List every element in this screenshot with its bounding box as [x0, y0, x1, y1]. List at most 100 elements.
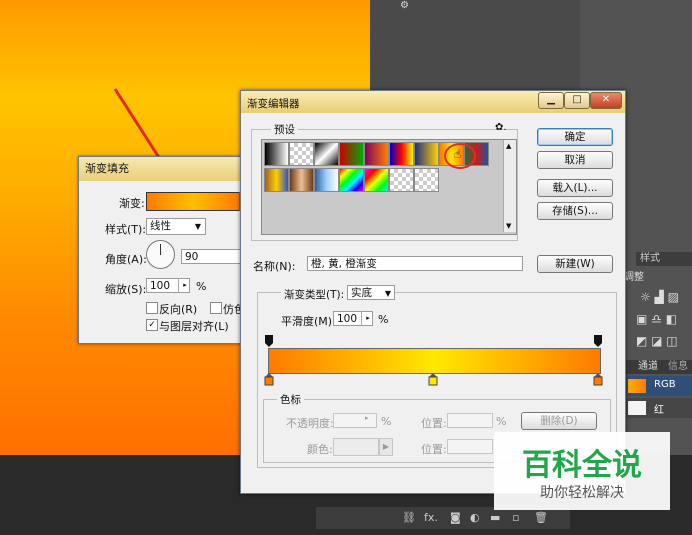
align-label: 与图层对齐(L)	[159, 320, 229, 333]
preset-swatch[interactable]	[364, 168, 389, 192]
smoothness-stepper[interactable]: ▸	[361, 311, 374, 326]
align-checkbox[interactable]: ✓	[146, 319, 158, 331]
scale-stepper[interactable]: ▸	[178, 278, 191, 293]
adjustment-icon[interactable]: ◐	[470, 507, 480, 529]
save-button[interactable]: 存储(S)...	[537, 202, 613, 220]
ok-button[interactable]: 确定	[537, 128, 613, 146]
hand-cursor-icon: ☝	[454, 147, 462, 161]
preset-swatch[interactable]	[264, 168, 289, 192]
panel-tabs: 通道 信息	[624, 360, 692, 374]
location-input[interactable]	[447, 413, 493, 428]
link-icon[interactable]: ⛓	[402, 507, 416, 529]
tool-icon[interactable]: ⚙︎	[400, 0, 422, 18]
scale-label: 缩放(S):	[105, 283, 147, 296]
chevron-down-icon: ▼	[194, 222, 201, 231]
angle-input[interactable]: 90	[181, 249, 241, 264]
preset-swatch[interactable]	[314, 168, 339, 192]
channel-rgb-label: RGB	[654, 379, 676, 390]
gradient-editor-title: 渐变编辑器	[247, 98, 300, 110]
gradient-swatch[interactable]	[146, 192, 240, 211]
color-stop-middle[interactable]	[428, 373, 438, 386]
color-swatch-input[interactable]	[333, 438, 379, 456]
new-layer-icon[interactable]: ▫	[512, 507, 519, 529]
new-button[interactable]: 新建(W)	[537, 255, 613, 273]
channel-rgb-row[interactable]: RGB	[624, 376, 692, 396]
preset-swatch[interactable]	[414, 142, 439, 166]
tab-channels[interactable]: 通道	[638, 360, 658, 374]
location-label: 位置:	[421, 417, 447, 430]
tab-info[interactable]: 信息	[668, 360, 688, 374]
color-stops-label: 色标	[277, 392, 304, 407]
adjust-icons-row3[interactable]: ◩ ◪ ◫	[636, 334, 690, 348]
chevron-down-icon: ▼	[384, 289, 391, 298]
preset-swatch[interactable]	[314, 142, 339, 166]
gear-icon[interactable]: ✿.	[495, 122, 507, 133]
tab-style[interactable]: 样式	[636, 252, 692, 266]
trash-icon[interactable]: 🗑	[534, 507, 548, 529]
style-select[interactable]: 线性 ▼	[146, 218, 206, 235]
dither-checkbox[interactable]	[210, 302, 222, 314]
color-menu-arrow[interactable]: ▶	[379, 438, 393, 456]
preset-swatch[interactable]	[289, 142, 314, 166]
close-button[interactable]: ✕	[590, 92, 622, 109]
preset-swatch[interactable]	[264, 142, 289, 166]
watermark: 百科全说 助你轻松解决	[494, 432, 670, 510]
name-input[interactable]: 橙, 黄, 橙渐变	[307, 256, 523, 271]
location2-input[interactable]	[447, 439, 493, 454]
gradient-type-label: 渐变类型(T):	[281, 287, 348, 302]
smoothness-unit: %	[378, 313, 389, 326]
preset-swatch[interactable]	[339, 168, 364, 192]
preset-swatch[interactable]	[364, 142, 389, 166]
adjust-icons-row2[interactable]: ▣ ♎ ◧	[636, 312, 690, 326]
smoothness-label: 平滑度(M):	[281, 315, 336, 328]
gradient-type-value: 实底	[351, 287, 372, 299]
preset-swatch[interactable]	[414, 168, 439, 192]
channel-red-row[interactable]: 红	[624, 398, 692, 418]
maximize-button[interactable]: □	[564, 92, 590, 109]
color-stop-right[interactable]	[593, 373, 603, 386]
scroll-down-icon[interactable]: ▼	[506, 222, 511, 230]
location2-label: 位置:	[421, 443, 447, 456]
layers-bottom-toolbar: ⛓ fx. ◙ ◐ ▬ ▫ 🗑	[316, 507, 570, 529]
reverse-label: 反向(R)	[159, 303, 198, 316]
gradient-editor-titlebar: 渐变编辑器 ▁ □ ✕	[241, 91, 625, 113]
opacity-label: 不透明度:	[286, 417, 334, 430]
presets-label: 预设	[271, 122, 298, 137]
opacity-unit: %	[381, 415, 392, 428]
opacity-stop-left[interactable]	[264, 335, 274, 347]
presets-scrollbar[interactable]: ▲ ▼	[503, 140, 516, 232]
watermark-subtitle: 助你轻松解决	[540, 485, 624, 501]
mask-icon[interactable]: ◙	[450, 507, 461, 529]
gradient-label: 渐变:	[119, 197, 145, 210]
folder-icon[interactable]: ▬	[490, 507, 500, 529]
preset-swatch[interactable]	[289, 168, 314, 192]
channel-red-label: 红	[654, 405, 664, 416]
preset-swatch[interactable]	[339, 142, 364, 166]
style-label: 样式(T):	[105, 223, 147, 236]
gradient-type-select[interactable]: 实底 ▼	[347, 285, 395, 300]
adjust-icons-row1[interactable]: ☼ ▟ ▨	[640, 290, 690, 304]
watermark-title: 百科全说	[522, 448, 642, 483]
scale-unit: %	[196, 280, 207, 293]
location-unit: %	[496, 415, 507, 428]
adjust-label: 调整	[624, 272, 644, 283]
gradient-fill-title: 渐变填充	[79, 157, 255, 181]
presets-list[interactable]: ▲ ▼	[261, 139, 517, 235]
fx-button[interactable]: fx.	[424, 507, 438, 529]
preset-swatch[interactable]	[389, 168, 414, 192]
opacity-stepper[interactable]: ▸	[365, 414, 369, 422]
opacity-stop-right[interactable]	[593, 335, 603, 347]
cancel-button[interactable]: 取消	[537, 151, 613, 169]
color-stop-left[interactable]	[264, 373, 274, 386]
style-value: 线性	[150, 220, 171, 232]
name-label: 名称(N):	[253, 260, 296, 273]
angle-dial[interactable]	[146, 240, 175, 269]
reverse-checkbox[interactable]	[146, 302, 158, 314]
load-button[interactable]: 载入(L)...	[537, 179, 613, 197]
scroll-up-icon[interactable]: ▲	[506, 142, 511, 150]
preset-swatch[interactable]	[389, 142, 414, 166]
delete-button[interactable]: 删除(D)	[521, 412, 597, 430]
opacity-input[interactable]	[333, 413, 377, 428]
minimize-button[interactable]: ▁	[538, 92, 564, 109]
gradient-preview-bar[interactable]	[268, 348, 601, 374]
